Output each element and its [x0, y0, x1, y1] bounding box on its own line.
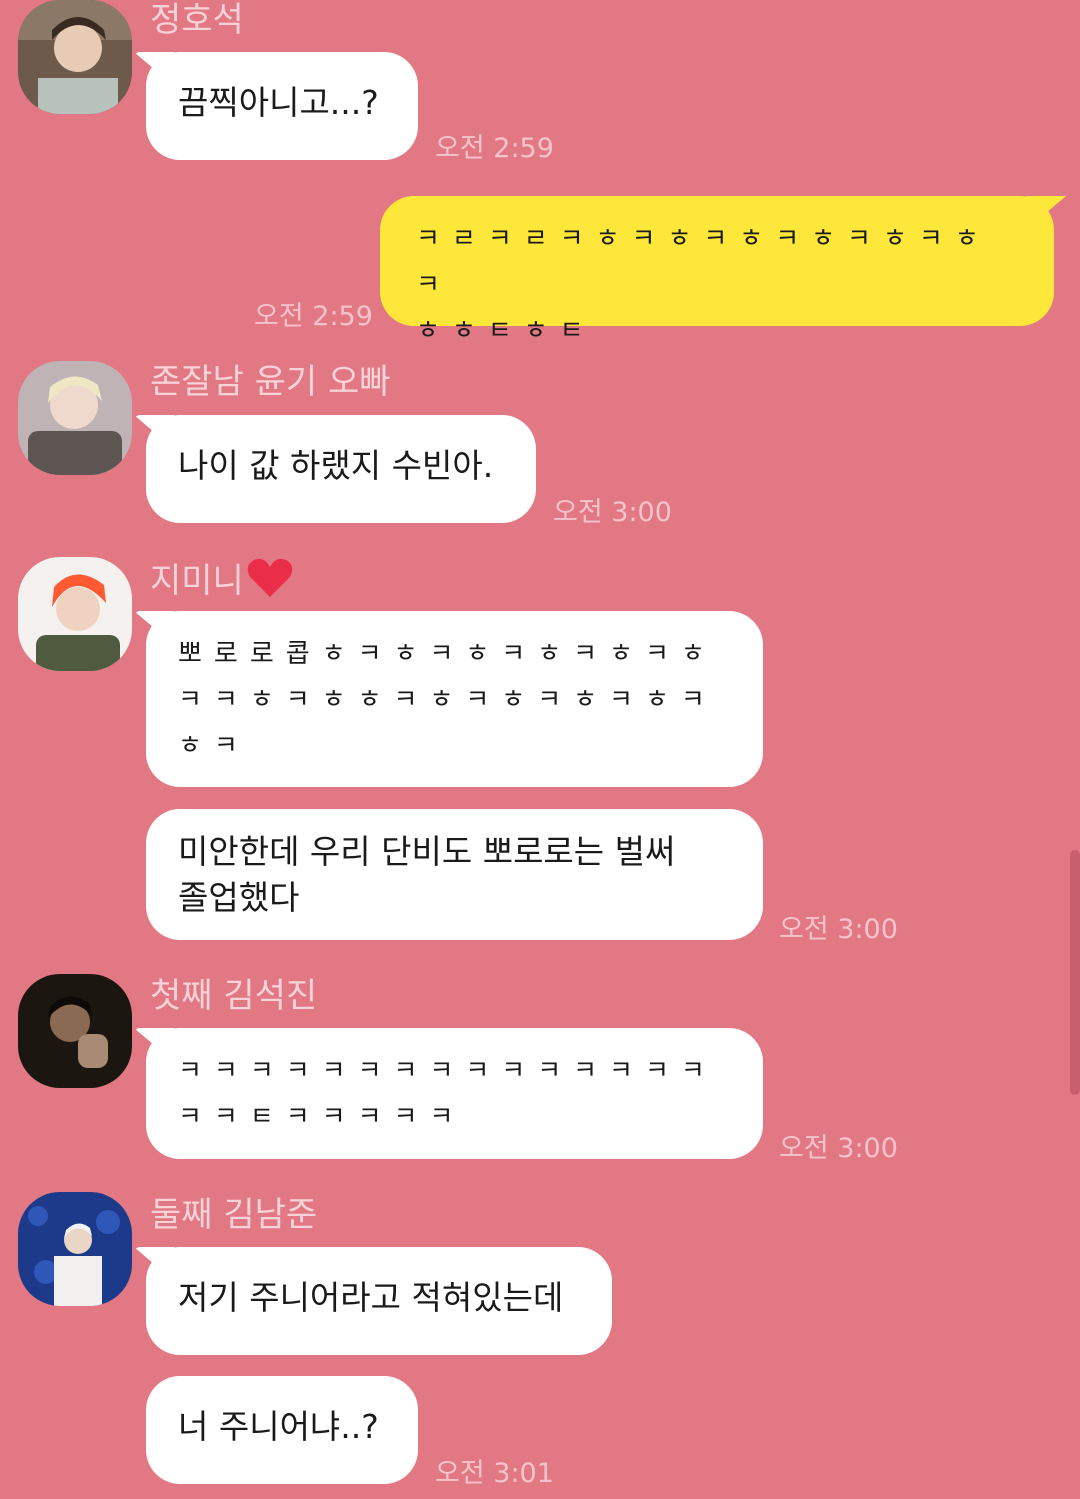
sender-name: 둘째 김남준 — [150, 1195, 318, 1235]
message-bubble[interactable]: 미안한데 우리 단비도 뽀로로는 벌써 졸업했다 — [146, 809, 763, 940]
avatar-namjoon[interactable] — [18, 1192, 132, 1306]
scrollbar[interactable] — [1070, 850, 1080, 1095]
message-bubble[interactable]: 저기 주니어라고 적혀있는데 — [146, 1247, 612, 1355]
sender-name: 존잘남 윤기 오빠 — [150, 362, 391, 402]
heart-icon — [246, 557, 294, 608]
sender-name: 지미니 — [150, 557, 294, 608]
sender-name: 첫째 김석진 — [150, 976, 318, 1016]
message-bubble[interactable]: 끔찍아니고...? — [146, 52, 418, 160]
avatar-jung-hoseok[interactable] — [18, 0, 132, 114]
avatar-seokjin[interactable] — [18, 974, 132, 1088]
message-bubble[interactable]: 뽀로로콥ㅎㅋㅎㅋㅎㅋㅎㅋㅎㅋㅎ ㅋㅋㅎㅋㅎㅎㅋㅎㅋㅎㅋㅎㅋㅎㅋ ㅎㅋ — [146, 611, 763, 787]
message-time: 오전 3:00 — [779, 914, 898, 945]
message-time: 오전 3:01 — [435, 1458, 554, 1489]
sender-name: 정호석 — [150, 0, 244, 40]
message-bubble[interactable]: 나이 값 하랬지 수빈아. — [146, 415, 536, 523]
message-time: 오전 3:00 — [779, 1133, 898, 1164]
avatar-yoongi[interactable] — [18, 361, 132, 475]
sender-name-text: 지미니 — [150, 561, 244, 601]
avatar-jimin[interactable] — [18, 557, 132, 671]
message-bubble[interactable]: ㅋㅋㅋㅋㅋㅋㅋㅋㅋㅋㅋㅋㅋㅋㅋ ㅋㅋㅌㅋㅋㅋㅋㅋ — [146, 1028, 763, 1159]
message-bubble[interactable]: 너 주니어냐..? — [146, 1376, 418, 1484]
my-message-bubble[interactable]: ㅋㄹㅋㄹㅋㅎㅋㅎㅋㅎㅋㅎㅋㅎㅋㅎㅋ ㅎㅎㅌㅎㅌ — [380, 196, 1054, 346]
message-time: 오전 3:00 — [553, 497, 672, 528]
message-time: 오전 2:59 — [254, 301, 373, 332]
message-time: 오전 2:59 — [435, 133, 554, 164]
chat-message-list[interactable]: 정호석 끔찍아니고...? 오전 2:59 ㅋㄹㅋㄹㅋㅎㅋㅎㅋㅎㅋㅎㅋㅎㅋㅎㅋ … — [0, 0, 1080, 1499]
